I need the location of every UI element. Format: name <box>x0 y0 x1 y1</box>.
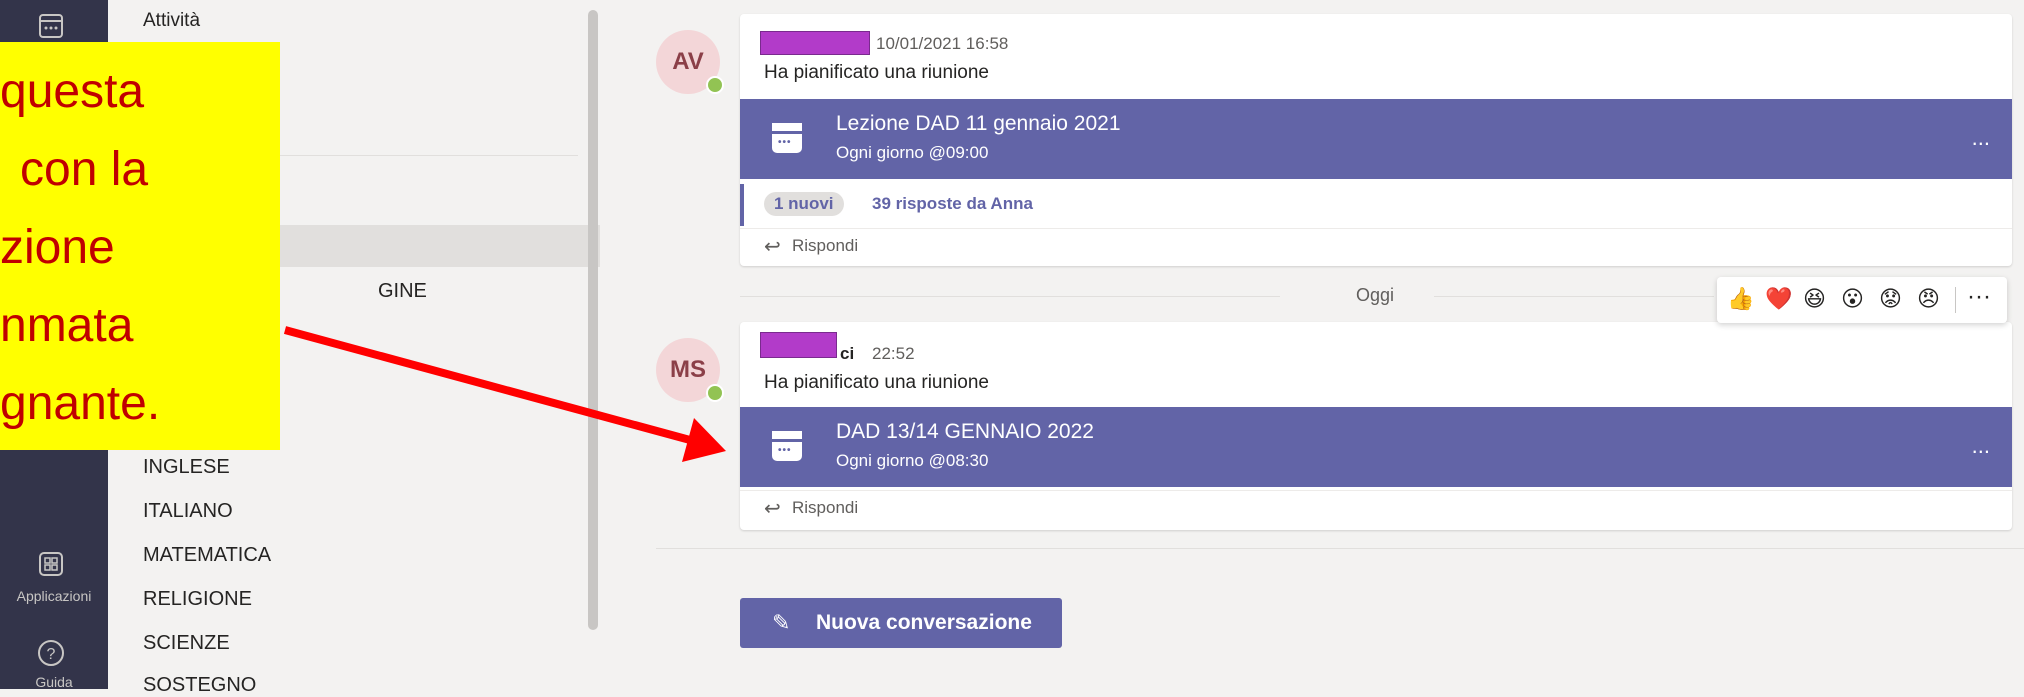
annotation-arrow <box>283 326 726 462</box>
